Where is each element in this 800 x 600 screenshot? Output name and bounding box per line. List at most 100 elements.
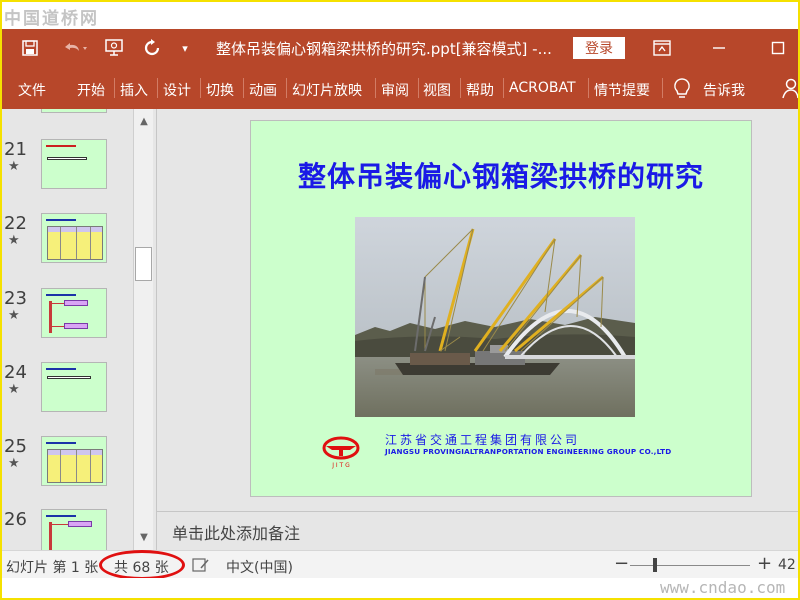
- slide-position: 幻灯片 第 1 张: [6, 560, 99, 576]
- zoom-in-icon[interactable]: +: [757, 553, 772, 574]
- login-button[interactable]: 登录: [573, 37, 625, 59]
- thumbnail-table-line: [76, 227, 77, 259]
- maximize-icon[interactable]: [766, 29, 790, 67]
- thumbnail-timeline: [49, 301, 52, 333]
- tab-animations[interactable]: 动画: [249, 80, 277, 100]
- thumbnail-image[interactable]: [41, 213, 107, 263]
- slide-editor[interactable]: 整体吊装偏心钢箱梁拱桥的研究 J I T G 江苏省交通工程集团有限公司 JIA…: [157, 109, 798, 511]
- tab-separator: [460, 78, 461, 98]
- thumbnail-image[interactable]: [41, 509, 107, 550]
- tab-separator: [503, 78, 504, 98]
- animation-star-icon: ★: [8, 308, 20, 323]
- company-name-cn[interactable]: 江苏省交通工程集团有限公司: [385, 431, 580, 448]
- tab-separator: [157, 78, 158, 98]
- notes-placeholder[interactable]: 单击此处添加备注: [172, 520, 300, 544]
- slide-number: 21: [4, 139, 27, 160]
- zoom-slider[interactable]: [630, 565, 750, 566]
- thumbnail-table-line: [60, 227, 61, 259]
- tab-design[interactable]: 设计: [163, 80, 191, 100]
- present-from-start-icon[interactable]: [102, 29, 128, 67]
- redo-icon[interactable]: [140, 29, 164, 67]
- animation-star-icon: ★: [8, 456, 20, 471]
- document-title: 整体吊装偏心钢箱梁拱桥的研究.ppt[兼容模式] -...: [216, 40, 552, 58]
- thumbnail-box: [64, 300, 88, 306]
- slide-thumbnail[interactable]: [2, 109, 132, 123]
- thumbnail-table-line: [90, 450, 91, 482]
- lightbulb-icon[interactable]: [672, 77, 692, 101]
- slide-thumbnail[interactable]: 21 ★: [2, 139, 132, 199]
- save-icon[interactable]: [18, 29, 42, 67]
- tab-separator: [243, 78, 244, 98]
- tab-acrobat[interactable]: ACROBAT: [509, 80, 576, 96]
- slide-thumbnail-pane[interactable]: 21 ★ 22 ★ 23 ★ 24 ★ 25 ★ 26: [2, 109, 132, 550]
- tab-separator: [200, 78, 201, 98]
- thumbnail-heading: [46, 442, 76, 444]
- thumbnail-image[interactable]: [41, 109, 107, 113]
- scrollbar-thumb[interactable]: [135, 247, 152, 281]
- tab-separator: [375, 78, 376, 98]
- thumbnail-arrow: [52, 524, 68, 525]
- slide-thumbnail[interactable]: 24 ★: [2, 362, 132, 422]
- spell-check-icon[interactable]: [192, 557, 210, 573]
- tab-separator: [286, 78, 287, 98]
- zoom-out-icon[interactable]: −: [614, 553, 629, 574]
- zoom-slider-thumb[interactable]: [653, 558, 657, 572]
- app-window: 中国道桥网 ▾ 整体吊装偏心钢箱梁拱桥的研究.ppt[兼容模式] -... 登录…: [0, 0, 800, 600]
- slide-thumbnail[interactable]: 23 ★: [2, 288, 132, 348]
- tab-separator: [418, 78, 419, 98]
- company-name-en[interactable]: JIANGSU PROVINGIALTRANPORTATION ENGINEER…: [385, 447, 671, 456]
- minimize-icon[interactable]: [707, 29, 731, 67]
- tab-review[interactable]: 审阅: [381, 80, 409, 100]
- tab-insert[interactable]: 插入: [120, 80, 148, 100]
- undo-icon[interactable]: [58, 29, 92, 67]
- tab-home[interactable]: 开始: [77, 80, 105, 100]
- zoom-level[interactable]: 42: [778, 557, 796, 573]
- thumbnail-table-header: [48, 450, 102, 455]
- thumbnail-arrow: [52, 303, 64, 304]
- tab-help[interactable]: 帮助: [466, 80, 494, 100]
- thumbnail-image[interactable]: [41, 436, 107, 486]
- watermark-bottom-strip: www.cndao.com: [2, 578, 798, 598]
- status-bar: 幻灯片 第 1 张 共 68 张 中文(中国) − + 42: [2, 550, 798, 580]
- slide-number: 26: [4, 509, 27, 530]
- current-slide[interactable]: 整体吊装偏心钢箱梁拱桥的研究 J I T G 江苏省交通工程集团有限公司 JIA…: [250, 120, 752, 497]
- scroll-up-icon[interactable]: ▲: [136, 113, 152, 129]
- slide-thumbnail[interactable]: 26: [2, 509, 132, 550]
- thumbnail-heading: [46, 294, 76, 296]
- tab-separator: [588, 78, 589, 98]
- thumbnail-box: [64, 323, 88, 329]
- tab-view[interactable]: 视图: [423, 80, 451, 100]
- ribbon-display-options-icon[interactable]: [650, 29, 674, 67]
- thumbnail-heading: [46, 515, 76, 517]
- thumbnail-image[interactable]: [41, 139, 107, 189]
- thumbnail-bar: [47, 376, 91, 379]
- thumbnail-heading: [46, 145, 76, 147]
- thumbnail-image[interactable]: [41, 288, 107, 338]
- thumbnail-table-line: [60, 450, 61, 482]
- slide-title[interactable]: 整体吊装偏心钢箱梁拱桥的研究: [251, 155, 751, 195]
- watermark-top-strip: 中国道桥网: [2, 2, 798, 29]
- slide-thumbnail[interactable]: 22 ★: [2, 213, 132, 273]
- tab-separator: [114, 78, 115, 98]
- language-status[interactable]: 中文(中国): [226, 557, 293, 577]
- thumbnail-scrollbar[interactable]: ▲ ▼: [133, 109, 153, 550]
- thumbnail-box: [68, 521, 92, 527]
- tab-file[interactable]: 文件: [18, 80, 46, 100]
- tab-transitions[interactable]: 切换: [206, 80, 234, 100]
- thumbnail-table-line: [90, 227, 91, 259]
- thumbnail-image[interactable]: [41, 362, 107, 412]
- highlight-circle: [99, 550, 185, 580]
- slide-number: 22: [4, 213, 27, 234]
- thumbnail-heading: [46, 219, 76, 221]
- ribbon-tabs: 文件 开始 插入 设计 切换 动画 幻灯片放映 审阅 视图 帮助 ACROBAT…: [2, 67, 798, 109]
- tab-separator: [662, 78, 663, 98]
- tell-me-box[interactable]: 告诉我: [703, 80, 745, 100]
- person-icon[interactable]: [782, 78, 798, 100]
- scroll-down-icon[interactable]: ▼: [136, 529, 152, 545]
- tab-slideshow[interactable]: 幻灯片放映: [292, 80, 362, 100]
- crane-bridge-photo[interactable]: [355, 217, 635, 417]
- slide-thumbnail[interactable]: 25 ★: [2, 436, 132, 496]
- customize-qat-icon[interactable]: ▾: [176, 29, 194, 67]
- tab-storyboarding[interactable]: 情节提要: [594, 80, 650, 100]
- notes-pane[interactable]: 单击此处添加备注: [157, 512, 798, 550]
